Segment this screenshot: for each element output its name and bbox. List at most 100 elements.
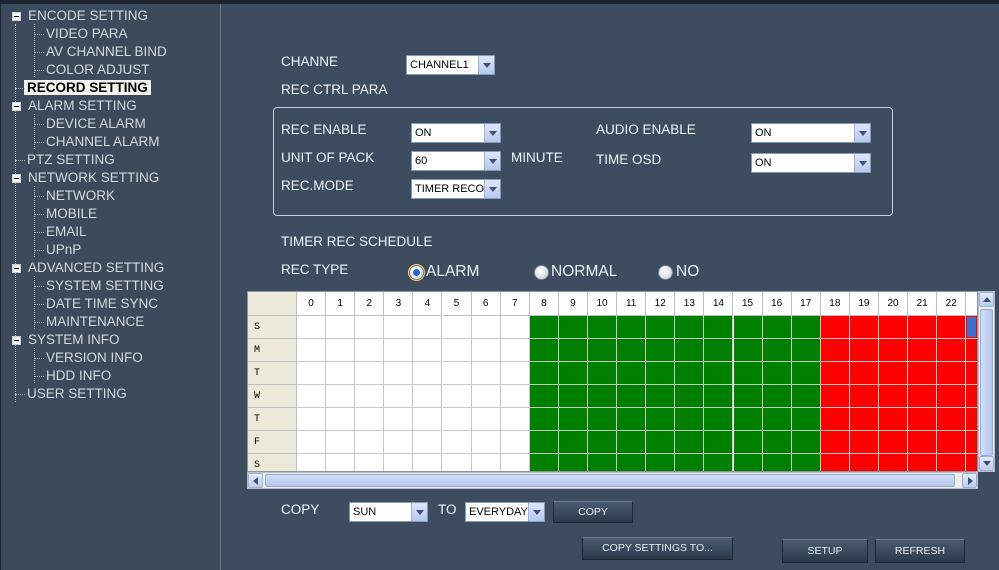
schedule-cell[interactable]: [617, 339, 647, 362]
schedule-cell[interactable]: [529, 431, 559, 454]
schedule-cell[interactable]: [733, 385, 763, 408]
schedule-cell[interactable]: [384, 431, 414, 454]
schedule-cell[interactable]: [442, 385, 472, 408]
schedule-cell[interactable]: [820, 431, 850, 454]
tree-node-system-setting[interactable]: SYSTEM SETTING: [34, 277, 164, 295]
schedule-cell[interactable]: [413, 408, 443, 431]
schedule-cell[interactable]: [500, 385, 530, 408]
copy-to-select[interactable]: EVERYDAY: [465, 502, 545, 522]
audio-enable-select[interactable]: ON: [751, 123, 871, 143]
tree-node-user-setting[interactable]: USER SETTING: [15, 385, 127, 403]
chevron-down-icon[interactable]: [411, 503, 427, 521]
schedule-cell[interactable]: [500, 339, 530, 362]
schedule-cell[interactable]: [704, 316, 734, 339]
schedule-cell[interactable]: [500, 362, 530, 385]
schedule-cell[interactable]: [849, 454, 879, 471]
schedule-cell[interactable]: [500, 316, 530, 339]
schedule-cell[interactable]: [675, 454, 705, 471]
tree-node-alarm-setting[interactable]: ALARM SETTING: [10, 97, 137, 115]
scroll-left-icon[interactable]: [248, 473, 263, 488]
copy-settings-button[interactable]: COPY SETTINGS TO...: [582, 537, 733, 560]
rec-type-alarm-radio[interactable]: [409, 265, 424, 280]
schedule-cell[interactable]: [355, 431, 385, 454]
schedule-cell[interactable]: [558, 385, 588, 408]
schedule-cell[interactable]: [588, 362, 618, 385]
schedule-cell[interactable]: [704, 431, 734, 454]
schedule-cell[interactable]: [733, 362, 763, 385]
schedule-cell[interactable]: [326, 316, 356, 339]
tree-node-av-channel-bind[interactable]: AV CHANNEL BIND: [34, 43, 167, 61]
chevron-down-icon[interactable]: [478, 56, 494, 74]
schedule-cell[interactable]: [966, 408, 977, 431]
schedule-cell[interactable]: [675, 385, 705, 408]
schedule-cell[interactable]: [500, 431, 530, 454]
scroll-up-icon[interactable]: [979, 292, 994, 307]
schedule-cell[interactable]: [442, 431, 472, 454]
schedule-cell[interactable]: [849, 408, 879, 431]
tree-node-hdd-info[interactable]: HDD INFO: [34, 367, 111, 385]
schedule-cell[interactable]: [529, 408, 559, 431]
schedule-cell[interactable]: [617, 431, 647, 454]
channel-select[interactable]: CHANNEL1: [406, 55, 495, 75]
schedule-cell[interactable]: [908, 316, 938, 339]
schedule-cell[interactable]: [937, 454, 967, 471]
schedule-cell[interactable]: [471, 431, 501, 454]
schedule-cell[interactable]: [762, 362, 792, 385]
tree-node-email[interactable]: EMAIL: [34, 223, 87, 241]
schedule-cell[interactable]: [879, 431, 909, 454]
scroll-right-icon[interactable]: [962, 473, 977, 488]
schedule-cell[interactable]: [326, 454, 356, 471]
schedule-cell[interactable]: [704, 339, 734, 362]
schedule-cell[interactable]: [762, 408, 792, 431]
schedule-cell[interactable]: [704, 362, 734, 385]
setup-button[interactable]: SETUP: [782, 539, 868, 563]
schedule-cell[interactable]: [413, 316, 443, 339]
schedule-cell[interactable]: [966, 362, 977, 385]
schedule-cell[interactable]: [355, 362, 385, 385]
schedule-cell[interactable]: [762, 385, 792, 408]
schedule-cell[interactable]: [908, 408, 938, 431]
schedule-cell[interactable]: [442, 454, 472, 471]
tree-node-upnp[interactable]: UPnP: [34, 241, 81, 259]
tree-node-encode-setting[interactable]: ENCODE SETTING: [10, 7, 148, 25]
schedule-cell[interactable]: [326, 362, 356, 385]
schedule-cell[interactable]: [879, 339, 909, 362]
schedule-cell[interactable]: [966, 316, 977, 339]
schedule-cell[interactable]: [646, 431, 676, 454]
schedule-cell[interactable]: [820, 454, 850, 471]
schedule-cell[interactable]: [704, 385, 734, 408]
schedule-cell[interactable]: [879, 454, 909, 471]
schedule-cell[interactable]: [937, 431, 967, 454]
schedule-cell[interactable]: [849, 316, 879, 339]
schedule-cell[interactable]: [762, 316, 792, 339]
schedule-cell[interactable]: [820, 316, 850, 339]
schedule-cell[interactable]: [646, 316, 676, 339]
collapse-icon[interactable]: [12, 336, 21, 345]
tree-node-channel-alarm[interactable]: CHANNEL ALARM: [34, 133, 160, 151]
schedule-cell[interactable]: [791, 454, 821, 471]
schedule-cell[interactable]: [384, 454, 414, 471]
chevron-down-icon[interactable]: [854, 154, 870, 172]
schedule-cell[interactable]: [384, 316, 414, 339]
schedule-cell[interactable]: [355, 454, 385, 471]
schedule-cell[interactable]: [588, 385, 618, 408]
rec-type-no-label[interactable]: NO: [676, 263, 699, 281]
tree-node-network[interactable]: NETWORK: [34, 187, 115, 205]
schedule-cell[interactable]: [646, 362, 676, 385]
schedule-cell[interactable]: [529, 454, 559, 471]
schedule-cell[interactable]: [966, 385, 977, 408]
schedule-cell[interactable]: [762, 454, 792, 471]
schedule-cell[interactable]: [733, 408, 763, 431]
schedule-cell[interactable]: [529, 316, 559, 339]
schedule-cell[interactable]: [675, 316, 705, 339]
schedule-cell[interactable]: [558, 339, 588, 362]
schedule-cell[interactable]: [820, 385, 850, 408]
tree-node-system-info[interactable]: SYSTEM INFO: [10, 331, 120, 349]
rec-enable-select[interactable]: ON: [411, 123, 501, 143]
schedule-cell[interactable]: [849, 431, 879, 454]
schedule-cell[interactable]: [791, 316, 821, 339]
schedule-cell[interactable]: [355, 316, 385, 339]
schedule-cell[interactable]: [529, 339, 559, 362]
schedule-cell[interactable]: [297, 339, 327, 362]
schedule-cell[interactable]: [442, 339, 472, 362]
